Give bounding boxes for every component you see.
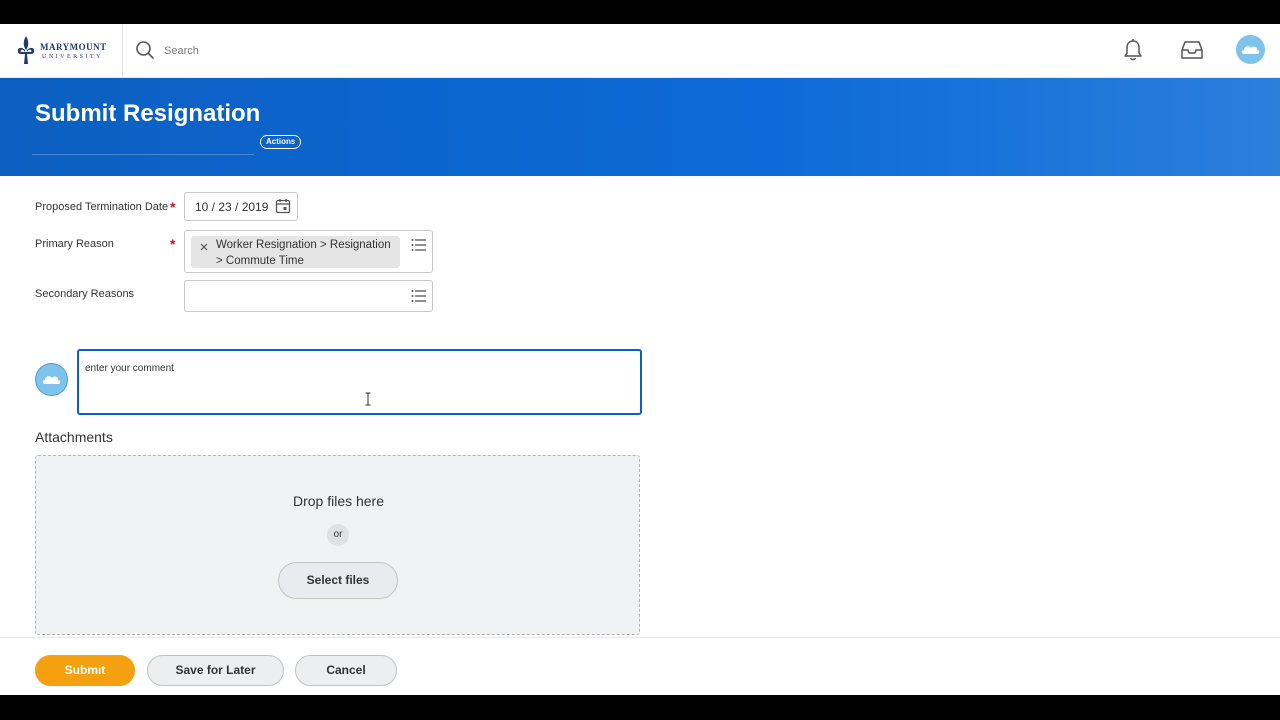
termination-date-field[interactable]: 10 / 23 / 2019 <box>184 192 298 221</box>
fleur-de-lis-icon <box>17 36 35 64</box>
calendar-icon[interactable] <box>275 198 291 214</box>
action-footer: Submit Save for Later Cancel <box>0 637 1280 695</box>
file-dropzone[interactable]: Drop files here or Select files <box>35 455 640 635</box>
or-separator: or <box>327 524 349 546</box>
logo-name: MARYMOUNT <box>40 42 107 52</box>
search-input[interactable] <box>164 41 564 61</box>
top-bar: MARYMOUNT UNIVERSITY <box>0 24 1280 78</box>
close-icon[interactable] <box>199 242 209 252</box>
submit-button[interactable]: Submit <box>35 655 135 686</box>
bell-icon[interactable] <box>1122 38 1144 62</box>
selected-reason-text: Worker Resignation > Resignation > Commu… <box>216 239 391 267</box>
page-title: Submit Resignation <box>35 100 261 127</box>
primary-reason-label: Primary Reason <box>35 238 114 250</box>
termination-date-label: Proposed Termination Date <box>35 201 169 213</box>
cloud-icon <box>1241 46 1260 54</box>
actions-button[interactable]: Actions <box>260 135 302 149</box>
selected-reason-pill[interactable]: Worker Resignation > Resignation > Commu… <box>191 236 400 268</box>
attachments-heading: Attachments <box>35 429 113 445</box>
page-header-banner: Submit Resignation Actions <box>0 78 1280 176</box>
select-files-button[interactable]: Select files <box>278 562 398 599</box>
comment-input[interactable]: enter your comment <box>77 349 642 415</box>
title-underline <box>32 154 254 155</box>
cancel-button[interactable]: Cancel <box>295 655 397 686</box>
text-cursor-icon <box>365 392 371 406</box>
cloud-icon <box>42 376 61 384</box>
drop-files-text: Drop files here <box>292 493 385 509</box>
save-for-later-button[interactable]: Save for Later <box>147 655 284 686</box>
list-icon[interactable] <box>411 289 427 303</box>
primary-reason-field[interactable]: Worker Resignation > Resignation > Commu… <box>184 230 433 273</box>
secondary-reasons-label: Secondary Reasons <box>35 288 135 300</box>
commenter-avatar <box>35 363 68 396</box>
divider <box>122 24 123 78</box>
comment-placeholder: enter your comment <box>85 363 174 374</box>
required-indicator: * <box>170 199 176 215</box>
app-window: MARYMOUNT UNIVERSITY Submit Resignation … <box>0 24 1280 695</box>
search-icon[interactable] <box>135 40 155 60</box>
secondary-reasons-field[interactable] <box>184 280 433 312</box>
required-indicator: * <box>170 236 176 252</box>
university-logo[interactable]: MARYMOUNT UNIVERSITY <box>16 32 108 70</box>
list-icon[interactable] <box>411 238 427 252</box>
inbox-icon[interactable] <box>1180 39 1204 61</box>
logo-subname: UNIVERSITY <box>42 54 103 60</box>
user-avatar[interactable] <box>1236 35 1265 64</box>
date-value: 10 / 23 / 2019 <box>195 200 269 214</box>
